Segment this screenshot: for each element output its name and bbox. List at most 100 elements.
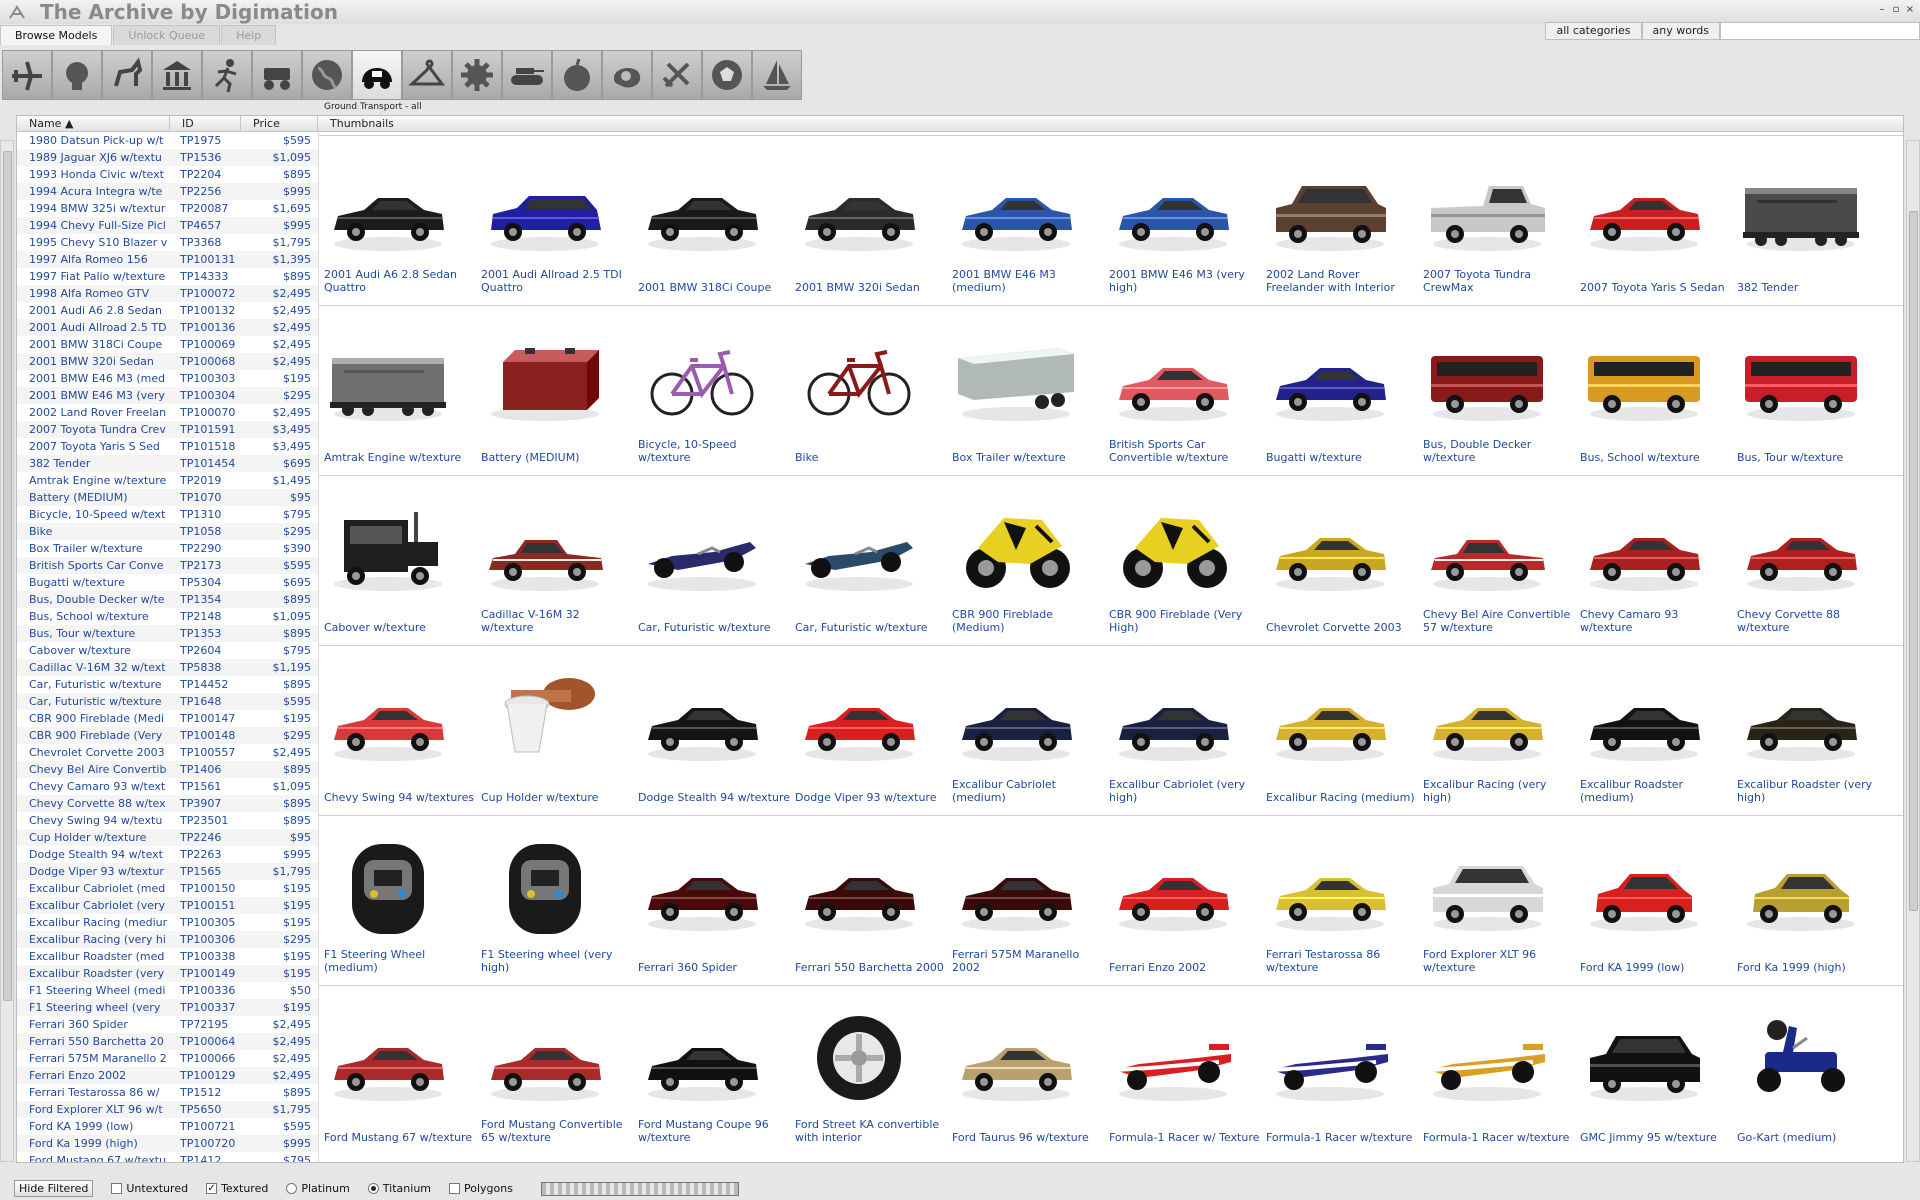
- thumbnail-label[interactable]: F1 Steering Wheel (medium): [324, 948, 476, 974]
- thumbnail-label[interactable]: Bus, Double Decker w/texture: [1423, 438, 1575, 464]
- list-item[interactable]: 2001 Audi Allroad 2.5 TD TP100136 $2,495: [17, 319, 318, 336]
- thumbnail-label[interactable]: Ferrari 550 Barchetta 2000: [795, 961, 947, 974]
- thumbnail-item[interactable]: Excalibur Cabriolet (very high): [1104, 646, 1261, 816]
- thumbnail-item[interactable]: Chevy Corvette 88 w/texture: [1732, 476, 1889, 646]
- model-preview-image[interactable]: [1423, 668, 1551, 768]
- model-preview-image[interactable]: [795, 1008, 923, 1108]
- model-preview-image[interactable]: [952, 838, 1080, 938]
- model-preview-image[interactable]: [1109, 158, 1237, 258]
- model-preview-image[interactable]: [1737, 158, 1865, 258]
- thumbnail-item[interactable]: 2001 Audi A6 2.8 Sedan Quattro: [319, 136, 476, 306]
- model-preview-image[interactable]: [1737, 1008, 1865, 1108]
- thumbnail-label[interactable]: GMC Jimmy 95 w/texture: [1580, 1131, 1732, 1144]
- list-item[interactable]: Car, Futuristic w/texture TP1648 $595: [17, 693, 318, 710]
- thumbnail-scroll-thumb[interactable]: [1909, 211, 1918, 911]
- thumbnail-item[interactable]: F1 Steering wheel (very high): [476, 816, 633, 986]
- thumbnail-label[interactable]: Ford KA 1999 (low): [1580, 961, 1732, 974]
- thumbnail-item[interactable]: Bus, Tour w/texture: [1732, 306, 1889, 476]
- list-item[interactable]: Chevy Camaro 93 w/text TP1561 $1,095: [17, 778, 318, 795]
- platinum-filter[interactable]: Platinum: [286, 1182, 350, 1195]
- tab-browse-models[interactable]: Browse Models: [0, 25, 113, 45]
- model-preview-image[interactable]: [638, 158, 766, 258]
- thumbnail-label[interactable]: Excalibur Racing (very high): [1423, 778, 1575, 804]
- textured-checkbox[interactable]: ✓: [206, 1183, 218, 1194]
- category-button-hanger[interactable]: [402, 50, 452, 100]
- model-preview-image[interactable]: [795, 668, 923, 768]
- category-button-tools[interactable]: [652, 50, 702, 100]
- list-item[interactable]: F1 Steering wheel (very TP100337 $195: [17, 999, 318, 1016]
- category-button-horse[interactable]: [102, 50, 152, 100]
- list-item[interactable]: Bicycle, 10-Speed w/text TP1310 $795: [17, 506, 318, 523]
- model-preview-image[interactable]: [1580, 668, 1708, 768]
- thumbnail-label[interactable]: 2002 Land Rover Freelander with Interior: [1266, 268, 1418, 294]
- thumbnail-label[interactable]: Cabover w/texture: [324, 621, 476, 634]
- thumbnail-item[interactable]: Amtrak Engine w/texture: [319, 306, 476, 476]
- model-preview-image[interactable]: [1423, 328, 1551, 428]
- model-preview-image[interactable]: [1580, 838, 1708, 938]
- list-item[interactable]: 1997 Fiat Palio w/texture TP14333 $895: [17, 268, 318, 285]
- thumbnail-item[interactable]: 2002 Land Rover Freelander with Interior: [1261, 136, 1418, 306]
- model-preview-image[interactable]: [1580, 328, 1708, 428]
- list-item[interactable]: Ferrari Testarossa 86 w/TP1512 $895: [17, 1084, 318, 1101]
- model-preview-image[interactable]: [1423, 498, 1551, 598]
- list-item[interactable]: Ford Explorer XLT 96 w/t TP5650 $1,795: [17, 1101, 318, 1118]
- thumbnail-item[interactable]: Chevy Camaro 93 w/texture: [1575, 476, 1732, 646]
- thumbnail-item[interactable]: 2007 Toyota Tundra CrewMax: [1418, 136, 1575, 306]
- model-preview-image[interactable]: [952, 158, 1080, 258]
- thumbnail-label[interactable]: 382 Tender: [1737, 281, 1889, 294]
- thumbnail-item[interactable]: Ford Mustang Coupe 96 w/texture: [633, 986, 790, 1156]
- list-item[interactable]: 2007 Toyota Yaris S Sed TP101518 $3,495: [17, 438, 318, 455]
- thumbnail-label[interactable]: Ford Mustang Convertible 65 w/texture: [481, 1118, 633, 1144]
- list-item[interactable]: 1994 Acura Integra w/te TP2256 $995: [17, 183, 318, 200]
- thumbnail-label[interactable]: Ferrari Testarossa 86 w/texture: [1266, 948, 1418, 974]
- thumbnail-item[interactable]: Battery (MEDIUM): [476, 306, 633, 476]
- category-button-building[interactable]: [152, 50, 202, 100]
- textured-filter[interactable]: ✓ Textured: [206, 1182, 268, 1195]
- model-preview-image[interactable]: [638, 328, 766, 428]
- thumbnail-label[interactable]: Dodge Stealth 94 w/texture: [638, 791, 790, 804]
- thumbnail-label[interactable]: 2001 Audi A6 2.8 Sedan Quattro: [324, 268, 476, 294]
- list-item[interactable]: 2001 BMW 320i Sedan TP100068 $2,495: [17, 353, 318, 370]
- thumbnail-item[interactable]: Cabover w/texture: [319, 476, 476, 646]
- thumbnail-label[interactable]: Bugatti w/texture: [1266, 451, 1418, 464]
- minimize-icon[interactable]: –: [1876, 4, 1888, 16]
- polygons-checkbox[interactable]: [449, 1183, 461, 1194]
- category-button-airplane[interactable]: [2, 50, 52, 100]
- model-preview-image[interactable]: [324, 158, 452, 258]
- thumbnail-label[interactable]: British Sports Car Convertible w/texture: [1109, 438, 1261, 464]
- thumbnail-item[interactable]: British Sports Car Convertible w/texture: [1104, 306, 1261, 476]
- thumbnail-label[interactable]: Excalibur Cabriolet (very high): [1109, 778, 1261, 804]
- restore-icon[interactable]: ▫: [1890, 4, 1902, 16]
- thumbnail-item[interactable]: CBR 900 Fireblade (Very High): [1104, 476, 1261, 646]
- thumbnail-item[interactable]: Bicycle, 10-Speed w/texture: [633, 306, 790, 476]
- thumbnail-item[interactable]: 382 Tender: [1732, 136, 1889, 306]
- list-item[interactable]: Ford Ka 1999 (high) TP100720 $995: [17, 1135, 318, 1152]
- thumbnail-label[interactable]: 2001 BMW E46 M3 (medium): [952, 268, 1104, 294]
- thumbnail-label[interactable]: Ford Mustang Coupe 96 w/texture: [638, 1118, 790, 1144]
- thumbnail-label[interactable]: Ford Taurus 96 w/texture: [952, 1131, 1104, 1144]
- thumbnail-label[interactable]: Excalibur Roadster (very high): [1737, 778, 1889, 804]
- thumbnail-label[interactable]: Amtrak Engine w/texture: [324, 451, 476, 464]
- list-item[interactable]: Box Trailer w/texture TP2290 $390: [17, 540, 318, 557]
- thumbnail-item[interactable]: Ford Explorer XLT 96 w/texture: [1418, 816, 1575, 986]
- list-scroll-thumb[interactable]: [3, 151, 12, 1001]
- model-preview-image[interactable]: [324, 1008, 452, 1108]
- model-preview-image[interactable]: [795, 328, 923, 428]
- thumbnail-item[interactable]: Bike: [790, 306, 947, 476]
- list-item[interactable]: Chevy Corvette 88 w/tex TP3907 $895: [17, 795, 318, 812]
- list-item[interactable]: Excalibur Cabriolet (med TP100150 $195: [17, 880, 318, 897]
- thumbnail-item[interactable]: Formula-1 Racer w/ Texture: [1104, 986, 1261, 1156]
- model-preview-image[interactable]: [324, 328, 452, 428]
- model-preview-image[interactable]: [1737, 668, 1865, 768]
- thumbnail-item[interactable]: Ford Mustang Convertible 65 w/texture: [476, 986, 633, 1156]
- model-preview-image[interactable]: [638, 498, 766, 598]
- thumbnail-label[interactable]: Ferrari 360 Spider: [638, 961, 790, 974]
- model-preview-image[interactable]: [795, 498, 923, 598]
- thumbnail-label[interactable]: Excalibur Racing (medium): [1266, 791, 1418, 804]
- model-preview-image[interactable]: [1580, 158, 1708, 258]
- thumbnail-label[interactable]: Chevrolet Corvette 2003: [1266, 621, 1418, 634]
- thumbnail-label[interactable]: Ford Explorer XLT 96 w/texture: [1423, 948, 1575, 974]
- thumbnail-item[interactable]: Bugatti w/texture: [1261, 306, 1418, 476]
- column-header-id[interactable]: ID: [170, 116, 241, 132]
- thumbnail-item[interactable]: Formula-1 Racer w/texture: [1418, 986, 1575, 1156]
